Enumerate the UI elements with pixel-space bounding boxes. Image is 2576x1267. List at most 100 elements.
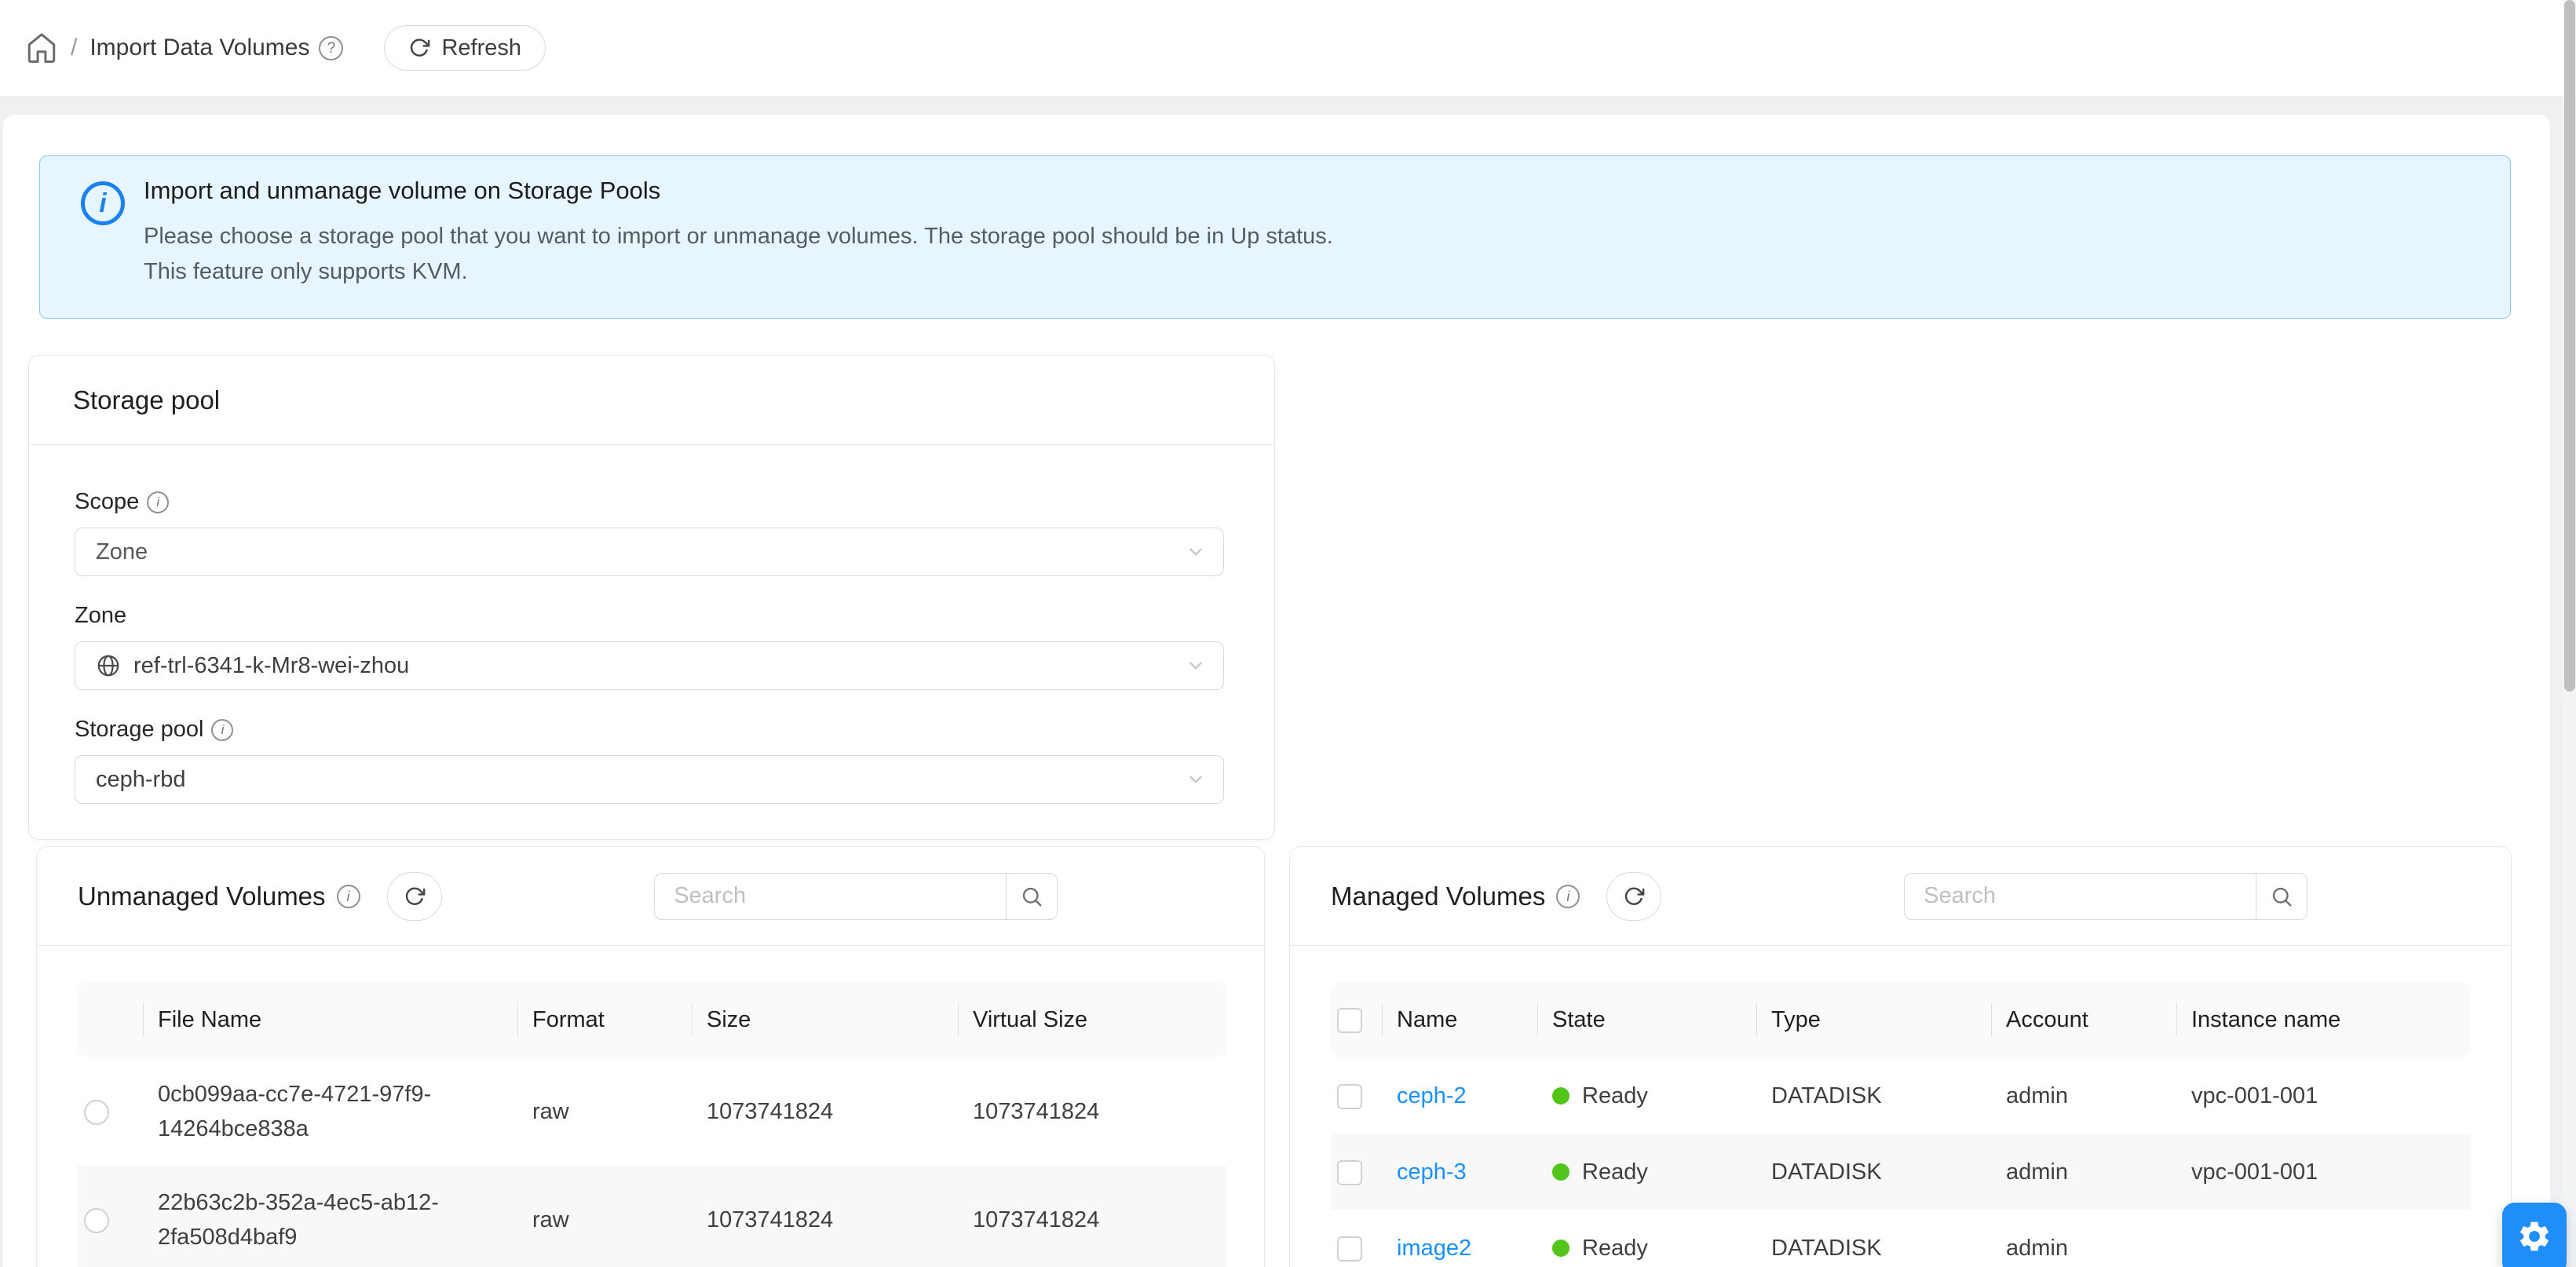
- zone-select[interactable]: ref-trl-6341-k-Mr8-wei-zhou: [75, 641, 1224, 690]
- checkbox-select-all[interactable]: [1337, 1008, 1362, 1033]
- status-dot-icon: [1552, 1163, 1569, 1181]
- unmanaged-reload-button[interactable]: [387, 872, 442, 921]
- globe-icon: [96, 653, 121, 678]
- instance-name-cell: vpc-001-001: [2177, 1057, 2471, 1134]
- managed-volumes-title: Managed Volumes: [1331, 882, 1545, 911]
- storage-pool-card-header: Storage pool: [29, 356, 1274, 445]
- unmanaged-volumes-card: Unmanaged Volumes i: [36, 846, 1265, 1267]
- top-bar: / Import Data Volumes ? Refresh: [0, 0, 2563, 96]
- type-cell: DATADISK: [1757, 1210, 1992, 1267]
- unmanaged-search-button[interactable]: [1006, 873, 1058, 920]
- scope-select[interactable]: Zone: [75, 528, 1224, 576]
- info-circle-icon[interactable]: i: [1556, 885, 1580, 908]
- unmanaged-volumes-header: Unmanaged Volumes i: [37, 847, 1264, 946]
- virtual-size-cell: 1073741824: [959, 1166, 1226, 1267]
- chevron-down-icon: [1186, 769, 1206, 790]
- search-icon: [1020, 885, 1043, 908]
- info-circle-icon[interactable]: i: [147, 491, 169, 513]
- column-header-account: Account: [1992, 982, 2177, 1057]
- volume-name-link[interactable]: image2: [1397, 1236, 1471, 1261]
- account-cell: admin: [1992, 1057, 2177, 1134]
- page-scrollbar: [2563, 0, 2576, 1267]
- volume-name-link[interactable]: ceph-2: [1397, 1083, 1467, 1108]
- instance-name-cell: vpc-001-001: [2177, 1134, 2471, 1210]
- volume-name-link[interactable]: ceph-3: [1397, 1159, 1467, 1185]
- storage-pool-card: Storage pool Scope i Zone Zone: [28, 355, 1275, 840]
- state-cell: Ready: [1582, 1159, 1648, 1185]
- managed-search-button[interactable]: [2256, 873, 2307, 920]
- status-dot-icon: [1552, 1240, 1569, 1257]
- gear-icon: [2516, 1218, 2552, 1254]
- table-row: ceph-3 Ready DATADISK admin vpc-001-001: [1331, 1134, 2471, 1210]
- unmanaged-search-input[interactable]: [654, 873, 1006, 920]
- column-header-size: Size: [692, 982, 959, 1057]
- breadcrumb: Import Data Volumes: [90, 35, 309, 61]
- reload-icon: [1623, 885, 1645, 907]
- checkbox-select-row[interactable]: [1337, 1236, 1362, 1262]
- format-cell: raw: [518, 1057, 692, 1166]
- column-header-virtual-size: Virtual Size: [959, 982, 1226, 1057]
- account-cell: admin: [1992, 1134, 2177, 1210]
- status-dot-icon: [1552, 1087, 1569, 1105]
- checkbox-select-row[interactable]: [1337, 1084, 1362, 1109]
- breadcrumb-separator: /: [71, 35, 77, 61]
- home-icon[interactable]: [25, 31, 58, 64]
- unmanaged-volumes-table: File Name Format Size Virtual Size 0cb09…: [78, 982, 1226, 1267]
- settings-fab-button[interactable]: [2502, 1203, 2567, 1267]
- unmanaged-volumes-title: Unmanaged Volumes: [78, 882, 326, 911]
- table-row: image2 Ready DATADISK admin: [1331, 1210, 2471, 1267]
- file-name-cell: 0cb099aa-cc7e-4721-97f9-14264bce838a: [158, 1077, 503, 1146]
- storage-pool-card-title: Storage pool: [73, 385, 220, 415]
- managed-search-input[interactable]: [1904, 873, 2256, 920]
- pool-select[interactable]: ceph-rbd: [75, 755, 1224, 804]
- format-cell: raw: [518, 1166, 692, 1267]
- unmanaged-search: [654, 873, 1058, 920]
- size-cell: 1073741824: [692, 1166, 959, 1267]
- column-header-file-name: File Name: [144, 982, 518, 1057]
- state-cell: Ready: [1582, 1083, 1648, 1108]
- virtual-size-cell: 1073741824: [959, 1057, 1226, 1166]
- search-icon: [2270, 885, 2293, 908]
- file-name-cell: 22b63c2b-352a-4ec5-ab12-2fa508d4baf9: [158, 1185, 503, 1254]
- unmanaged-table-header-row: File Name Format Size Virtual Size: [78, 982, 1226, 1057]
- radio-select-volume[interactable]: [84, 1208, 109, 1233]
- chevron-down-icon: [1186, 655, 1206, 676]
- radio-select-volume[interactable]: [84, 1100, 109, 1125]
- type-cell: DATADISK: [1757, 1134, 1992, 1210]
- checkbox-select-row[interactable]: [1337, 1160, 1362, 1185]
- managed-volumes-card: Managed Volumes i: [1289, 846, 2512, 1267]
- question-circle-icon[interactable]: ?: [319, 36, 343, 60]
- content-panel: i Import and unmanage volume on Storage …: [3, 115, 2550, 1267]
- pool-select-value: ceph-rbd: [96, 767, 185, 793]
- info-circle-icon[interactable]: i: [211, 719, 233, 741]
- table-row: ceph-2 Ready DATADISK admin vpc-001-001: [1331, 1057, 2471, 1134]
- managed-reload-button[interactable]: [1606, 872, 1661, 921]
- info-circle-icon: i: [81, 181, 125, 225]
- managed-search: [1904, 873, 2307, 920]
- managed-volumes-table: Name State Type Account Instance name ce…: [1331, 982, 2471, 1267]
- reload-icon: [408, 37, 430, 59]
- instance-name-cell: [2177, 1210, 2471, 1267]
- pool-label: Storage pool i: [75, 717, 1230, 743]
- scope-select-value: Zone: [96, 539, 148, 565]
- table-row: 0cb099aa-cc7e-4721-97f9-14264bce838a raw…: [78, 1057, 1226, 1166]
- radio-column-header: [78, 982, 144, 1057]
- scope-label: Scope i: [75, 489, 1230, 515]
- scrollbar-thumb[interactable]: [2564, 0, 2575, 692]
- info-circle-icon[interactable]: i: [337, 885, 360, 908]
- storage-pool-form: Scope i Zone Zone ref-trl-6341: [29, 445, 1274, 804]
- refresh-button-label: Refresh: [441, 35, 521, 61]
- size-cell: 1073741824: [692, 1057, 959, 1166]
- refresh-button[interactable]: Refresh: [384, 25, 546, 71]
- type-cell: DATADISK: [1757, 1057, 1992, 1134]
- column-header-format: Format: [518, 982, 692, 1057]
- state-cell: Ready: [1582, 1236, 1648, 1261]
- alert-description-line2: This feature only supports KVM.: [144, 254, 2510, 290]
- chevron-down-icon: [1186, 542, 1206, 562]
- zone-label: Zone: [75, 603, 1230, 629]
- managed-volumes-header: Managed Volumes i: [1290, 847, 2511, 946]
- reload-icon: [404, 885, 426, 907]
- info-alert: i Import and unmanage volume on Storage …: [39, 155, 2511, 319]
- column-header-state: State: [1538, 982, 1757, 1057]
- checkbox-column-header: [1331, 982, 1383, 1057]
